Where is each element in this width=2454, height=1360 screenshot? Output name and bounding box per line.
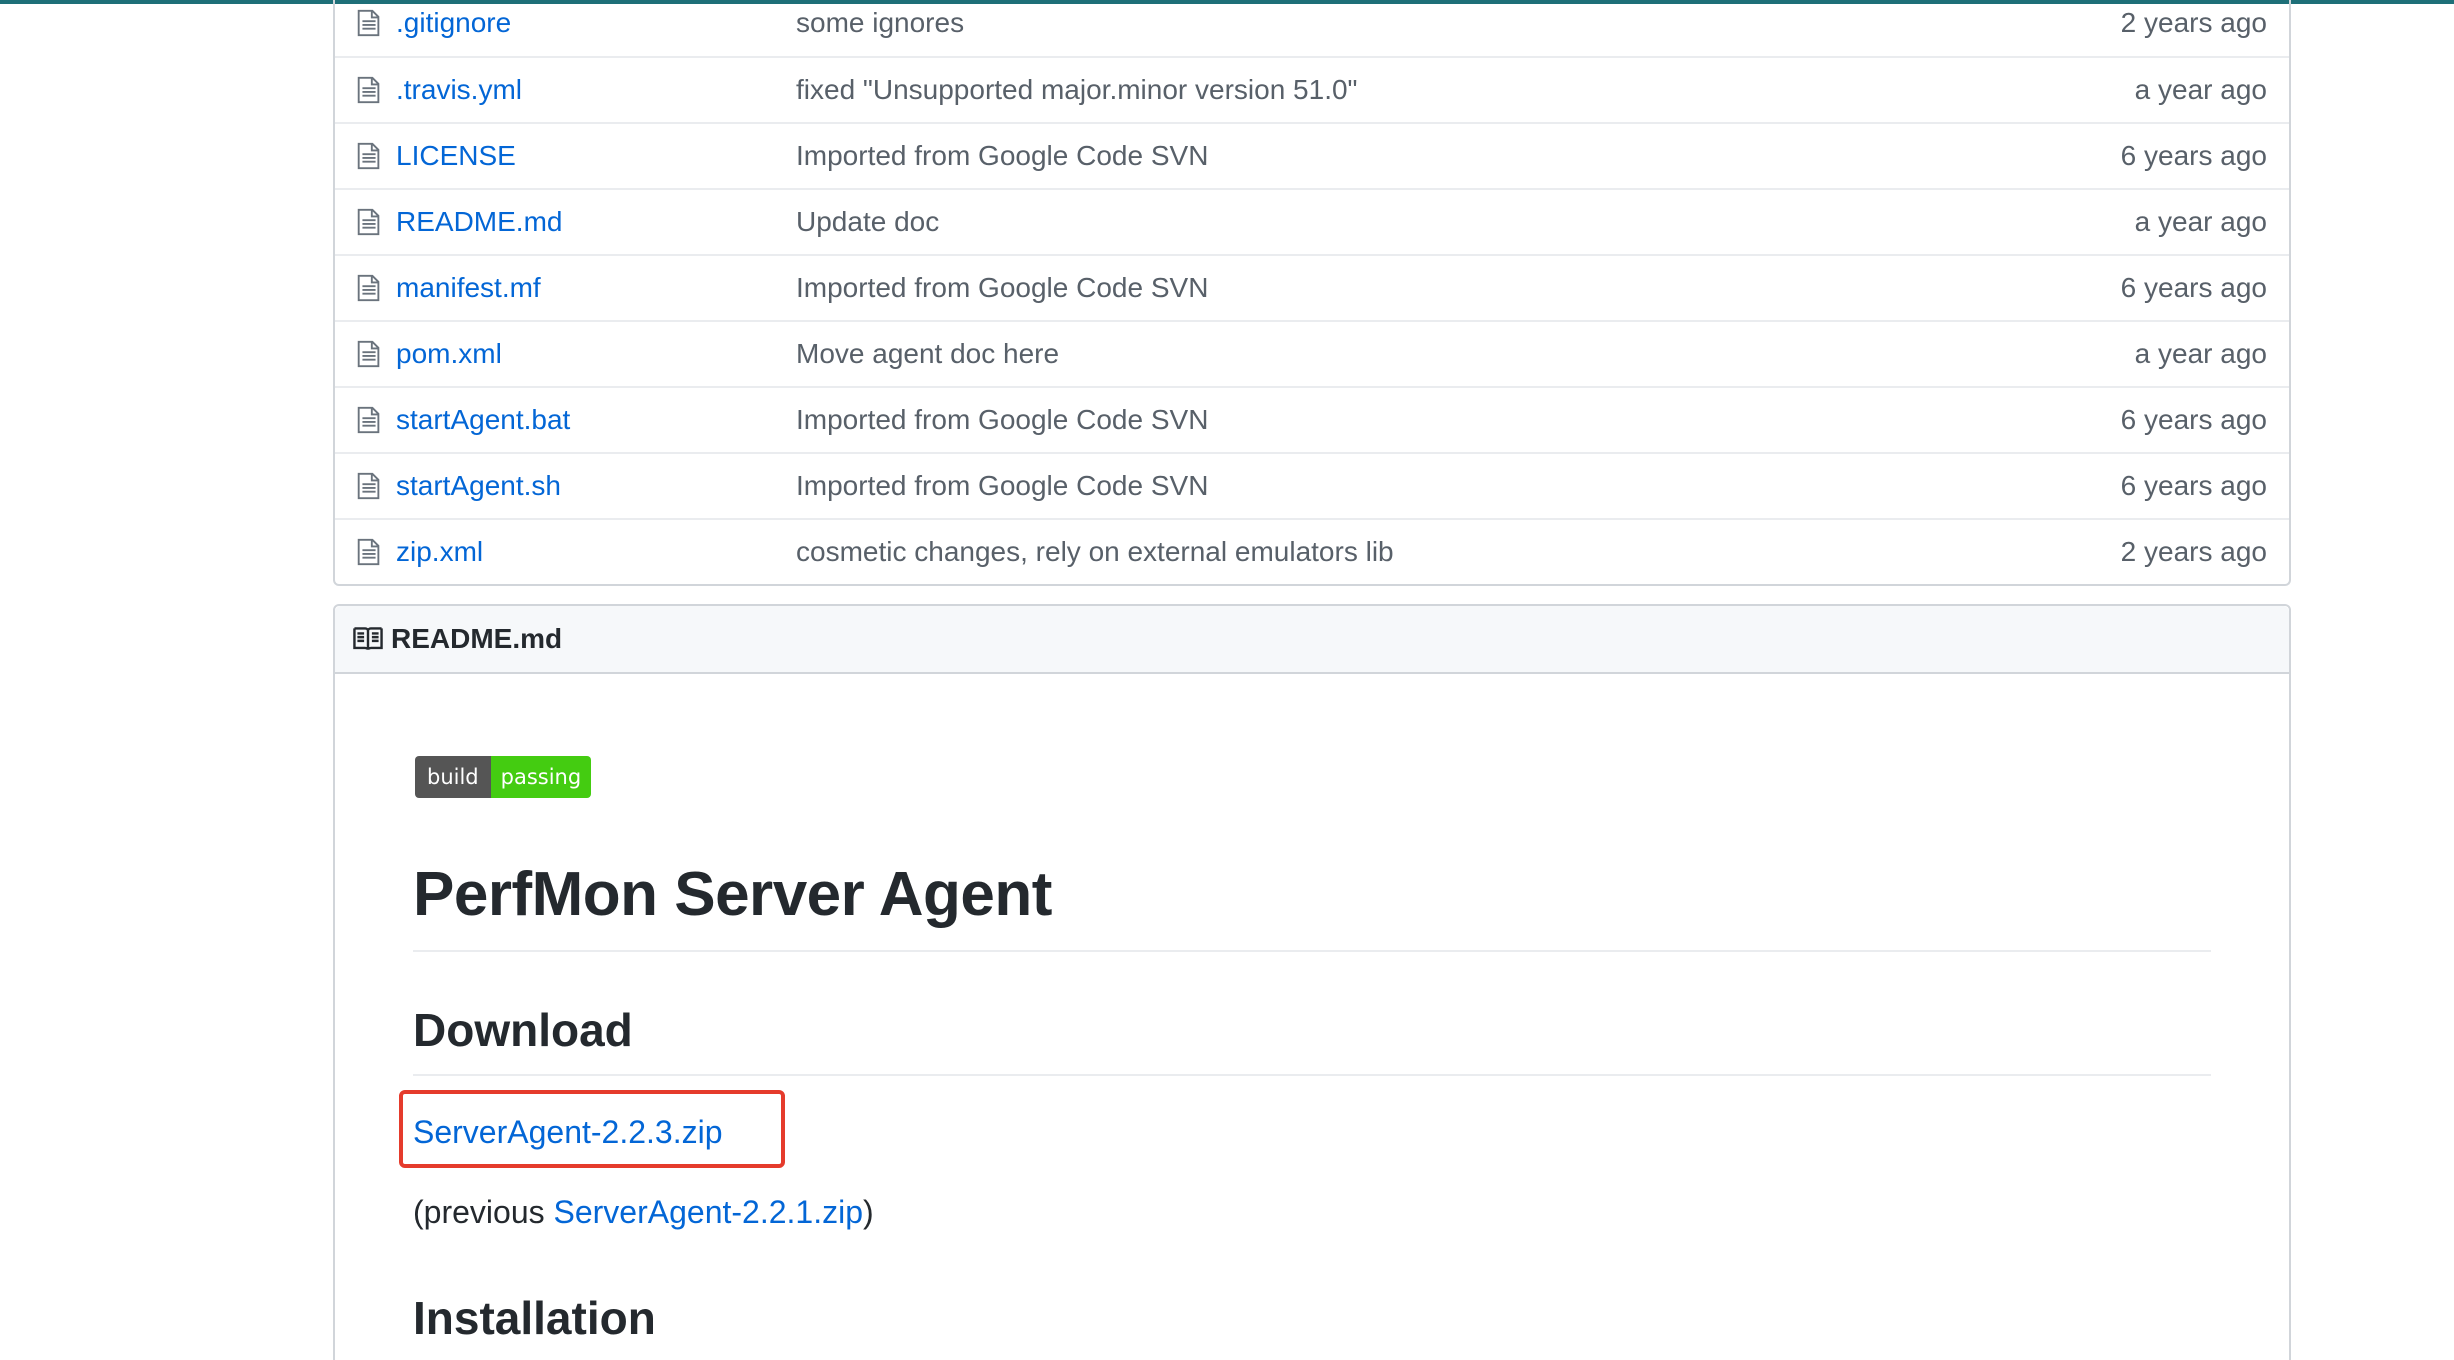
file-icon (356, 537, 382, 567)
file-icon (356, 8, 382, 38)
previous-suffix: ) (863, 1194, 874, 1230)
readme-article: PerfMon Server Agent Download ServerAgen… (399, 0, 2211, 1360)
installation-heading: Installation (413, 1292, 656, 1344)
file-icon (356, 405, 382, 435)
download-heading: Download (413, 1000, 2211, 1076)
book-icon (353, 626, 383, 652)
file-icon (356, 75, 382, 105)
previous-version-line: (previous ServerAgent-2.2.1.zip) (413, 1194, 874, 1231)
file-icon (356, 207, 382, 237)
previous-download-link[interactable]: ServerAgent-2.2.1.zip (554, 1194, 864, 1230)
file-icon (356, 273, 382, 303)
page-title: PerfMon Server Agent (413, 856, 2211, 952)
file-icon (356, 339, 382, 369)
file-icon (356, 471, 382, 501)
file-icon (356, 141, 382, 171)
previous-prefix: (previous (413, 1194, 554, 1230)
download-link[interactable]: ServerAgent-2.2.3.zip (413, 1114, 723, 1151)
